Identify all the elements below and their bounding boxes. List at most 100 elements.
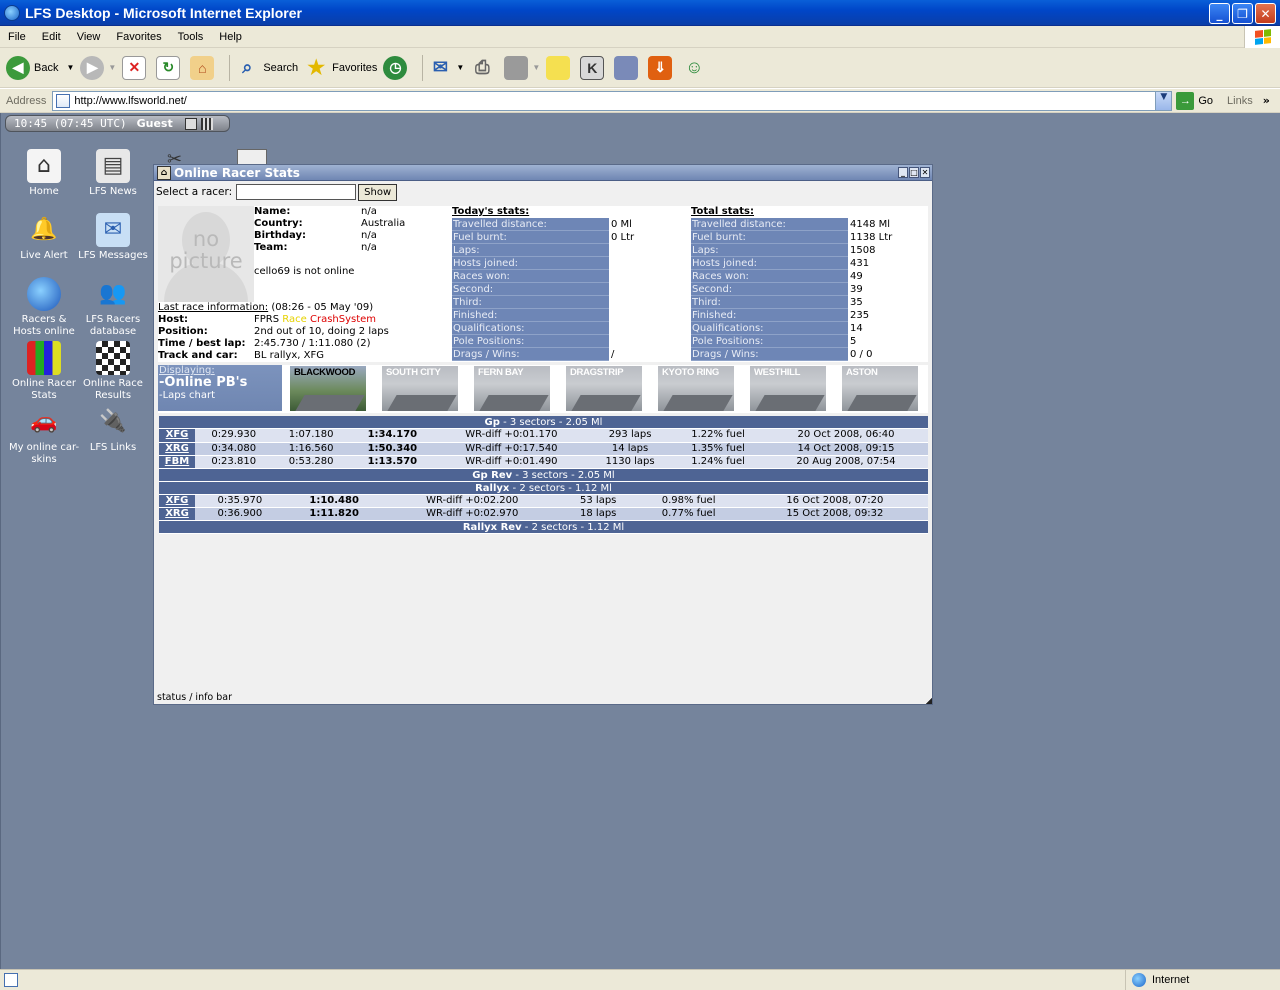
- track-config-name: Rallyx Rev: [462, 522, 522, 533]
- track-road: [847, 395, 917, 411]
- menu-edit[interactable]: Edit: [34, 31, 69, 43]
- menu-help[interactable]: Help: [211, 31, 250, 43]
- window-header[interactable]: ⌂ Online Racer Stats _ □ ✕: [154, 165, 932, 181]
- laps-count: 53 laps: [561, 494, 636, 508]
- tools-icon[interactable]: ✂: [167, 149, 193, 170]
- stat-row: Fuel burnt: 1138 Ltr: [691, 231, 927, 244]
- last-race-link[interactable]: Last race information:: [158, 302, 268, 314]
- minimize-button[interactable]: _: [1209, 3, 1230, 24]
- back-button[interactable]: ◀ Back ▼: [6, 55, 74, 80]
- menu-bar: File Edit View Favorites Tools Help: [0, 26, 1280, 48]
- k-icon: K: [580, 55, 605, 80]
- desktop-icon-racer-stats[interactable]: Online Racer Stats: [8, 341, 80, 402]
- download-button[interactable]: ⇓: [648, 55, 676, 80]
- messenger-button[interactable]: ☺: [682, 56, 710, 80]
- split-1: 0:34.080: [195, 442, 273, 456]
- links-button[interactable]: Links: [1227, 95, 1253, 107]
- track-tile[interactable]: WESTHILL: [750, 366, 826, 411]
- track-road: [387, 395, 457, 411]
- desktop-icon-news[interactable]: ▤ LFS News: [77, 149, 149, 198]
- research-button[interactable]: [614, 55, 642, 80]
- car-link[interactable]: FBM: [159, 455, 195, 469]
- display-online-pbs[interactable]: -Online PB's: [159, 376, 282, 390]
- mail-dropdown-icon[interactable]: ▼: [456, 63, 464, 72]
- stat-value: [609, 244, 611, 257]
- print-button[interactable]: ⎙: [470, 56, 498, 80]
- track-tile[interactable]: DRAGSTRIP: [566, 366, 642, 411]
- desktop-icon-racers-db[interactable]: 👥 LFS Racers database: [77, 277, 149, 338]
- table-row: XFG 0:29.930 1:07.180 1:34.170 WR-diff +0:01…: [159, 429, 928, 443]
- track-tile[interactable]: KYOTO RING: [658, 366, 734, 411]
- edit-button[interactable]: ▼: [504, 55, 540, 80]
- stats-window-icon: ⌂: [157, 165, 171, 180]
- address-field[interactable]: http://www.lfsworld.net/ ▼: [52, 90, 1173, 111]
- fuel-usage: 0.77% fuel: [635, 507, 742, 521]
- back-dropdown-icon[interactable]: ▼: [66, 63, 74, 72]
- close-button[interactable]: ✕: [1255, 3, 1276, 24]
- racer-input[interactable]: [236, 184, 357, 200]
- chevron-right-icon[interactable]: »: [1263, 94, 1270, 107]
- desktop-icon-home[interactable]: ⌂ Home: [8, 149, 80, 198]
- logout-icon[interactable]: [184, 117, 197, 130]
- edit-icon: [504, 55, 529, 80]
- track-tile[interactable]: SOUTH CITY: [382, 366, 458, 411]
- forward-button[interactable]: ▶ ▼: [80, 55, 116, 80]
- history-button[interactable]: ◷: [383, 55, 411, 80]
- car-link[interactable]: XRG: [159, 442, 195, 456]
- forward-dropdown-icon[interactable]: ▼: [108, 63, 116, 72]
- stat-row: Races won: 49: [691, 270, 927, 283]
- keyboard-icon[interactable]: [200, 117, 213, 130]
- car-link[interactable]: XRG: [159, 507, 195, 521]
- window-close-button[interactable]: ✕: [920, 167, 930, 178]
- racer-info: no picture Name: n/a Country: Australia Bi…: [158, 206, 928, 362]
- calendar-icon[interactable]: [237, 149, 267, 165]
- menu-tools[interactable]: Tools: [170, 31, 212, 43]
- k-button[interactable]: K: [580, 55, 608, 80]
- wr-diff: WR-diff +0:02.200: [383, 494, 562, 508]
- track-tile[interactable]: FERN BAY: [474, 366, 550, 411]
- menu-view[interactable]: View: [69, 31, 109, 43]
- desktop-icon-car-skins[interactable]: 🚗 My online car-skins: [8, 405, 80, 466]
- display-laps-chart[interactable]: -Laps chart: [159, 390, 282, 401]
- desktop-icon-racers-online[interactable]: Racers & Hosts online: [8, 277, 80, 338]
- home-button[interactable]: ⌂: [190, 55, 218, 80]
- host-name[interactable]: FPRS Race CrashSystem: [254, 314, 376, 326]
- car-link[interactable]: XFG: [159, 429, 195, 443]
- menu-file[interactable]: File: [0, 31, 34, 43]
- address-dropdown-icon[interactable]: ▼: [1155, 91, 1172, 110]
- refresh-icon: ↻: [156, 55, 181, 80]
- show-button[interactable]: Show: [358, 183, 398, 201]
- wr-diff: WR-diff +0:01.170: [434, 429, 588, 443]
- window-maximize-button[interactable]: □: [909, 167, 919, 178]
- stat-row: Races won:: [452, 270, 688, 283]
- stat-value: 0 Ml: [611, 219, 632, 230]
- car-link[interactable]: XFG: [159, 494, 195, 508]
- restore-button[interactable]: ❐: [1232, 3, 1253, 24]
- window-minimize-button[interactable]: _: [898, 167, 908, 178]
- edit-dropdown-icon[interactable]: ▼: [532, 63, 540, 72]
- track-tile[interactable]: ASTON: [842, 366, 918, 411]
- toolbar: ◀ Back ▼ ▶ ▼ ✕ ↻ ⌂ ⌕ Search ★ Favorites …: [0, 48, 1280, 88]
- stop-button[interactable]: ✕: [122, 55, 150, 80]
- ie-logo-icon: [4, 4, 20, 21]
- menu-favorites[interactable]: Favorites: [108, 31, 169, 43]
- favorites-button[interactable]: ★ Favorites: [304, 56, 377, 80]
- split-1: 0:35.970: [195, 494, 285, 508]
- desktop-icon-messages[interactable]: ✉ LFS Messages: [77, 213, 149, 262]
- track-tile[interactable]: BLACKWOOD: [290, 366, 366, 411]
- mail-button[interactable]: ✉ ▼: [428, 56, 464, 80]
- notes-button[interactable]: [546, 55, 574, 80]
- track-selector: Displaying: -Online PB's -Laps chart BLA…: [158, 365, 928, 413]
- resize-grip-icon[interactable]: [926, 698, 932, 704]
- go-button[interactable]: → Go: [1176, 91, 1213, 110]
- desktop-icon-links[interactable]: 🔌 LFS Links: [77, 405, 149, 454]
- refresh-button[interactable]: ↻: [156, 55, 184, 80]
- desktop-icon-live-alert[interactable]: 🔔 Live Alert: [8, 213, 80, 262]
- address-url[interactable]: http://www.lfsworld.net/: [74, 95, 187, 107]
- online-status: cello69 is not online: [254, 266, 355, 277]
- stat-value: 39: [850, 284, 863, 295]
- page-done-icon: [4, 973, 18, 987]
- record-date: 20 Oct 2008, 06:40: [763, 429, 928, 443]
- search-button[interactable]: ⌕ Search: [235, 56, 298, 80]
- desktop-icon-race-results[interactable]: Online Race Results: [77, 341, 149, 402]
